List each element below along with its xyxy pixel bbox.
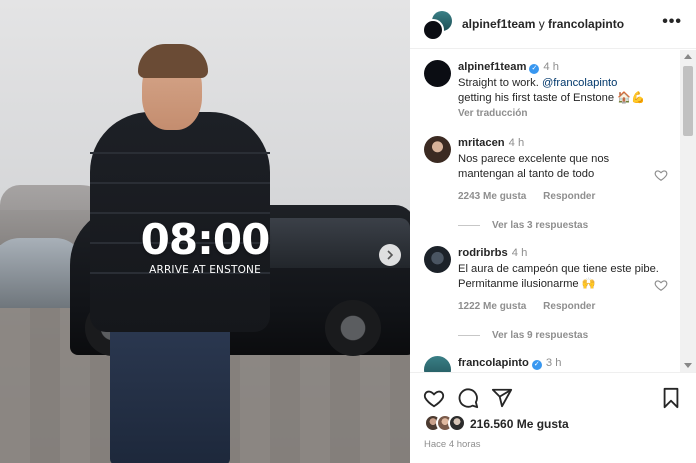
comment-text: Nos parece excelente que nos mantengan a… bbox=[458, 152, 610, 181]
more-icon[interactable]: ••• bbox=[662, 13, 682, 31]
verified-icon: ✓ bbox=[531, 360, 542, 370]
avatar[interactable] bbox=[424, 356, 451, 372]
heart-icon[interactable] bbox=[654, 278, 668, 292]
comment-icon[interactable] bbox=[457, 387, 479, 409]
caption-text: Straight to work. bbox=[458, 76, 539, 89]
comment-body: mritacen 4 h Nos parece excelente que nos… bbox=[458, 136, 668, 204]
heart-icon[interactable] bbox=[423, 387, 445, 409]
author-link[interactable]: alpinef1team bbox=[462, 17, 535, 31]
caption-username[interactable]: alpinef1team bbox=[458, 61, 526, 73]
comment-time: 4 h bbox=[511, 247, 528, 259]
comments-list: alpinef1team ✓ 4 h Straight to work. @fran… bbox=[410, 50, 680, 372]
avatar[interactable] bbox=[424, 60, 451, 87]
comment-time: 3 h bbox=[545, 357, 562, 369]
heart-icon[interactable] bbox=[654, 168, 668, 182]
comment-likes[interactable]: 2243 Me gusta bbox=[458, 191, 526, 202]
scroll-up-arrow[interactable] bbox=[684, 54, 692, 59]
post-actions: 216.560 Me gusta Hace 4 horas bbox=[410, 372, 696, 463]
comment-username[interactable]: rodribrbs bbox=[458, 247, 508, 259]
person-jeans bbox=[110, 325, 230, 463]
view-replies-button[interactable]: Ver las 3 respuestas bbox=[458, 220, 588, 231]
comment-meta: 1222 Me gusta Responder bbox=[458, 299, 668, 315]
post-header: alpinef1team y francolapinto ••• bbox=[410, 0, 696, 49]
overlay-subtitle: ARRIVE AT ENSTONE bbox=[149, 264, 261, 276]
person-hair bbox=[138, 44, 208, 78]
comment-meta: 2243 Me gusta Responder bbox=[458, 189, 668, 205]
avatar[interactable] bbox=[424, 136, 451, 163]
author-link[interactable]: francolapinto bbox=[548, 17, 624, 31]
post-panel: alpinef1team y francolapinto ••• alpinef… bbox=[410, 0, 696, 463]
avatar[interactable] bbox=[424, 246, 451, 273]
verified-icon: ✓ bbox=[529, 64, 540, 74]
comment-text: El aura de campeón que tiene este pibe. … bbox=[458, 262, 659, 291]
post-time: Hace 4 horas bbox=[424, 439, 481, 450]
next-arrow-icon bbox=[387, 250, 394, 260]
caption-body: alpinef1team ✓ 4 h Straight to work. @fran… bbox=[458, 60, 668, 120]
likes-count[interactable]: 216.560 Me gusta bbox=[470, 417, 569, 431]
comment-username[interactable]: mritacen bbox=[458, 137, 505, 149]
photo-car-wheel bbox=[325, 300, 381, 356]
view-replies-button[interactable]: Ver las 9 respuestas bbox=[458, 330, 588, 341]
next-photo-button[interactable] bbox=[379, 244, 401, 266]
author-connector: y bbox=[538, 17, 545, 31]
mention-link[interactable]: @francolapinto bbox=[542, 77, 617, 89]
comments-scrollbar[interactable] bbox=[680, 50, 696, 372]
caption-text: getting his first taste of Enstone 🏠💪 bbox=[458, 92, 646, 104]
translate-link[interactable]: Ver traducción bbox=[458, 107, 668, 120]
caption-time: 4 h bbox=[543, 61, 559, 73]
reply-button[interactable]: Responder bbox=[543, 191, 595, 202]
comment-time: 4 h bbox=[508, 137, 525, 149]
comment-body: francolapinto ✓ 3 h bbox=[458, 356, 668, 372]
bookmark-icon[interactable] bbox=[660, 387, 682, 409]
collab-avatars[interactable] bbox=[422, 11, 452, 41]
comment-body: rodribrbs 4 h El aura de campeón que tien… bbox=[458, 246, 668, 314]
post-authors: alpinef1team y francolapinto bbox=[462, 17, 624, 31]
avatar bbox=[448, 414, 466, 432]
overlay-time: 08:00 bbox=[140, 215, 271, 264]
post-photo[interactable]: 08:00 ARRIVE AT ENSTONE bbox=[0, 0, 410, 463]
scroll-down-arrow[interactable] bbox=[684, 363, 692, 368]
comment-likes[interactable]: 1222 Me gusta bbox=[458, 301, 526, 312]
comment-username[interactable]: francolapinto bbox=[458, 357, 529, 369]
reply-button[interactable]: Responder bbox=[543, 301, 595, 312]
avatar bbox=[422, 19, 444, 41]
share-icon[interactable] bbox=[491, 387, 513, 409]
scroll-thumb[interactable] bbox=[683, 66, 693, 136]
